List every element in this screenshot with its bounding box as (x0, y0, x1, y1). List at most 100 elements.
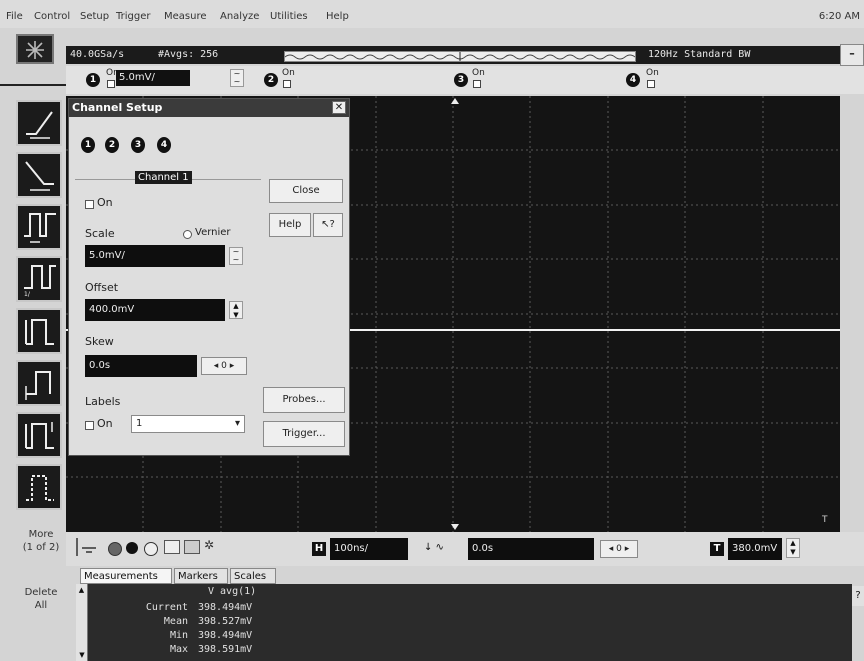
close-button[interactable]: Close (269, 179, 343, 203)
falling-edge-icon (25, 161, 54, 191)
channel-1-scale-field[interactable]: 5.0mV/ (116, 70, 190, 86)
acquisition-stop-icon[interactable] (108, 542, 122, 556)
vernier-radio[interactable] (183, 230, 192, 239)
delete-all-button[interactable]: Delete All (18, 586, 64, 622)
menu-utilities[interactable]: Utilities (270, 11, 308, 22)
autoscale-icon[interactable] (164, 540, 180, 554)
dialog-channel-1-button[interactable]: 1 (81, 137, 95, 153)
labels-on-checkbox[interactable] (85, 421, 94, 430)
channel-2-on-label: On (282, 68, 295, 78)
pulse-period-icon: 1/ (24, 265, 56, 298)
help-button[interactable]: Help (269, 213, 311, 237)
channel-1-checkbox[interactable] (107, 80, 115, 88)
measurement-min-value: 398.494mV (198, 630, 253, 641)
vavg-tool[interactable] (16, 464, 62, 510)
more-tools-button[interactable]: More (1 of 2) (18, 528, 64, 572)
waveform-overview-icon (284, 52, 636, 61)
trigger-level-field[interactable]: 380.0mV (728, 538, 782, 560)
display-options-icon[interactable]: ✲ (204, 538, 222, 556)
delay-zero-label: 0 (616, 544, 622, 554)
scale-stepper[interactable]: ~ ~ (229, 247, 243, 265)
measurement-help-icon[interactable]: ? (852, 586, 864, 606)
delay-nudge-control[interactable]: ◂ 0 ▸ (600, 540, 638, 558)
pulse-width-tool[interactable] (16, 204, 62, 250)
channel-row: 1 On 5.0mV/ ~ ~ 2 On 3 On 4 On (66, 66, 864, 94)
menu-file[interactable]: File (6, 11, 23, 22)
offset-field[interactable]: 400.0mV (85, 299, 225, 321)
offset-label: Offset (85, 281, 119, 294)
channel-4-checkbox[interactable] (647, 80, 655, 88)
scroll-up-icon[interactable]: ▲ (76, 586, 87, 594)
menu-control[interactable]: Control (34, 11, 70, 22)
channel-1-scale-stepper[interactable]: ~ ~ (230, 69, 244, 87)
channel-3-button[interactable]: 3 (454, 73, 468, 87)
measurements-scrollbar[interactable]: ▲ ▼ (76, 584, 88, 661)
time-per-div-field[interactable]: 100ns/ (330, 538, 408, 560)
rise-time-icon (25, 319, 54, 345)
acquisition-single-icon[interactable] (144, 542, 158, 556)
sample-rate: 40.0GSa/s (70, 49, 125, 60)
trigger-button[interactable]: Trigger... (263, 421, 345, 447)
averages-count: #Avgs: 256 (158, 49, 219, 60)
dialog-close-icon[interactable]: ✕ (332, 101, 346, 114)
channel-2-button[interactable]: 2 (264, 73, 278, 87)
channel-setup-dialog: Channel Setup ✕ 1 2 3 4 Channel 1 On Sca… (68, 98, 350, 456)
channel-4-on-label: On (646, 68, 659, 78)
context-help-icon[interactable]: ↖? (313, 213, 343, 237)
channel-4-button[interactable]: 4 (626, 73, 640, 87)
menu-analyze[interactable]: Analyze (220, 11, 259, 22)
channel-1-button[interactable]: 1 (86, 73, 100, 87)
menu-help[interactable]: Help (326, 11, 349, 22)
overshoot-tool[interactable] (16, 412, 62, 458)
skew-field[interactable]: 0.0s (85, 355, 197, 377)
menu-measure[interactable]: Measure (164, 11, 207, 22)
tab-markers[interactable]: Markers (174, 568, 228, 584)
scope-logo-button[interactable] (16, 34, 54, 64)
channel-3-on-label: On (472, 68, 485, 78)
measurement-current-label: Current (145, 602, 188, 613)
tab-scales[interactable]: Scales (230, 568, 276, 584)
channel-3-checkbox[interactable] (473, 80, 481, 88)
selected-channel-label: Channel 1 (135, 171, 192, 184)
ground-marker-icon (76, 538, 96, 556)
clock: 6:20 AM (818, 11, 860, 22)
horizontal-scale-arrows-icon[interactable]: ↓ ∿ (424, 542, 454, 556)
skew-nudge-control[interactable]: ◂ 0 ▸ (201, 357, 247, 375)
acquisition-run-icon[interactable] (126, 542, 138, 554)
menu-trigger[interactable]: Trigger (116, 11, 151, 22)
menu-setup[interactable]: Setup (80, 11, 109, 22)
channel-on-label: On (97, 196, 113, 209)
scale-field[interactable]: 5.0mV/ (85, 245, 225, 267)
falling-edge-trigger-tool[interactable] (16, 152, 62, 198)
measurements-panel: V avg(1) Current 398.494mV Mean 398.527m… (76, 584, 852, 661)
horizontal-delay-field[interactable]: 0.0s (468, 538, 594, 560)
tab-measurements[interactable]: Measurements (80, 568, 172, 584)
pulse-width-icon (24, 213, 56, 243)
dialog-channel-3-button[interactable]: 3 (131, 137, 145, 153)
offset-stepper[interactable]: ▲ ▼ (229, 301, 243, 319)
rising-edge-trigger-tool[interactable] (16, 100, 62, 146)
vernier-label: Vernier (195, 227, 231, 238)
scroll-down-icon[interactable]: ▼ (76, 651, 88, 659)
delete-all-label: All (34, 600, 48, 611)
trigger-level-stepper[interactable]: ▲ ▼ (786, 538, 800, 558)
timebase-overview-bar[interactable] (284, 51, 636, 62)
channel-on-checkbox[interactable] (85, 200, 94, 209)
probes-button[interactable]: Probes... (263, 387, 345, 413)
minimize-button[interactable]: – (840, 44, 864, 66)
labels-select-value: 1 (136, 418, 143, 429)
horizontal-label: H (312, 542, 326, 556)
scale-label: Scale (85, 227, 115, 240)
dialog-channel-2-button[interactable]: 2 (105, 137, 119, 153)
chevron-down-icon: ▾ (234, 418, 240, 429)
amplitude-icon (25, 371, 51, 400)
labels-select[interactable]: 1 ▾ (131, 415, 245, 433)
skew-label: Skew (85, 335, 114, 348)
pulse-period-tool[interactable]: 1/ (16, 256, 62, 302)
default-setup-icon[interactable] (184, 540, 200, 554)
labels-label: Labels (85, 395, 121, 408)
dialog-channel-4-button[interactable]: 4 (157, 137, 171, 153)
amplitude-tool[interactable] (16, 360, 62, 406)
channel-2-checkbox[interactable] (283, 80, 291, 88)
rise-time-tool[interactable] (16, 308, 62, 354)
